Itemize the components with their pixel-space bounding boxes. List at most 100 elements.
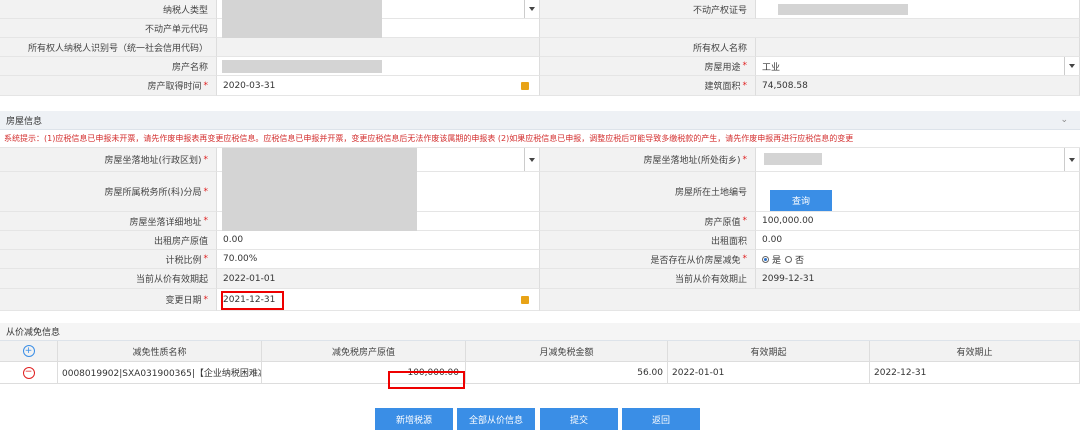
all-price-info-button[interactable]: 全部从价信息	[457, 408, 535, 430]
rent-area-label: 出租面积	[540, 231, 756, 250]
valid-end-label: 当前从价有效期止	[540, 269, 756, 289]
radio-no-label: 否	[795, 255, 805, 266]
change-date-label: 变更日期 *	[0, 289, 217, 311]
land-no-field: 查询	[756, 172, 1080, 212]
redacted-block	[222, 0, 382, 19]
reduction-section-header: 从价减免信息	[0, 323, 1080, 341]
redacted-block	[222, 212, 417, 231]
chevron-down-icon[interactable]	[1064, 57, 1079, 75]
add-row-header-cell: +	[0, 341, 58, 362]
row-acquire-time: 房产取得时间 * 2020-03-31 建筑面积 * 74,508.58	[0, 76, 1080, 96]
tax-ratio-field[interactable]: 70.00%	[217, 250, 540, 269]
redacted-block	[222, 19, 382, 38]
system-notice: 系统提示：(1)应税信息已申报未开票，请先作废申报表再变更应税信息。应税信息已申…	[0, 130, 1080, 148]
row-valid-period: 当前从价有效期起 2022-01-01 当前从价有效期止 2099-12-31	[0, 269, 1080, 289]
location-admin-label: 房屋坐落地址(行政区划) *	[0, 148, 217, 172]
house-section-title: 房屋信息	[6, 116, 43, 127]
area-field: 74,508.58	[756, 76, 1080, 96]
add-tax-source-button[interactable]: 新增税源	[375, 408, 453, 430]
location-admin-select[interactable]	[217, 148, 540, 172]
rent-original-value: 0.00	[223, 235, 244, 245]
original-value-field[interactable]: 100,000.00	[756, 212, 1080, 231]
cell-valid-end: 2022-12-31	[870, 362, 1080, 384]
owner-name-label: 所有权人名称	[540, 38, 756, 57]
query-button[interactable]: 查询	[770, 190, 832, 211]
back-button[interactable]: 返回	[622, 408, 700, 430]
chevron-down-icon[interactable]	[524, 148, 539, 171]
remove-row-cell: −	[0, 362, 58, 384]
row-tax-ratio: 计税比例 * 70.00% 是否存在从价房屋减免 * 是 否	[0, 250, 1080, 269]
owner-id-field	[217, 38, 540, 57]
property-cert-field[interactable]	[756, 0, 1080, 19]
cell-reduction-name[interactable]: 0008019902|SXA031900365|【企业纳税困难减...	[58, 362, 262, 384]
taxpayer-type-label: 纳税人类型	[0, 0, 217, 19]
row-owner: 所有权人纳税人识别号（统一社会信用代码） 所有权人名称	[0, 38, 1080, 57]
minus-circle-icon[interactable]: −	[22, 366, 35, 379]
reduction-exists-label: 是否存在从价房屋减免 *	[540, 250, 756, 269]
redacted-block	[222, 148, 417, 172]
plus-circle-icon[interactable]: +	[22, 345, 35, 357]
calendar-icon[interactable]	[521, 81, 529, 90]
valid-start-value: 2022-01-01	[223, 273, 276, 284]
owner-id-label: 所有权人纳税人识别号（统一社会信用代码）	[0, 38, 217, 57]
cell-valid-start: 2022-01-01	[668, 362, 870, 384]
chevron-down-icon[interactable]: ⌄	[1060, 115, 1068, 125]
radio-no[interactable]	[785, 255, 793, 263]
cell-monthly-amount: 56.00	[466, 362, 668, 384]
redacted-block	[222, 60, 382, 73]
tax-ratio-value: 70.00%	[223, 254, 258, 264]
rent-original-field[interactable]: 0.00	[217, 231, 540, 250]
header-valid-start: 有效期起	[668, 341, 870, 362]
detail-address-field[interactable]	[217, 212, 540, 231]
redacted-block	[778, 4, 908, 15]
area-label: 建筑面积 *	[540, 76, 756, 96]
property-cert-label: 不动产权证号	[540, 0, 756, 19]
rent-area-field[interactable]: 0.00	[756, 231, 1080, 250]
usage-label: 房屋用途 *	[540, 57, 756, 76]
redacted-block	[222, 172, 417, 212]
chevron-down-icon[interactable]	[524, 0, 539, 18]
radio-yes[interactable]	[762, 255, 769, 263]
property-name-label: 房产名称	[0, 57, 217, 76]
detail-address-label: 房屋坐落详细地址 *	[0, 212, 217, 231]
acquire-time-field[interactable]: 2020-03-31	[217, 76, 540, 96]
usage-select[interactable]: 工业	[756, 57, 1080, 76]
row-property-name: 房产名称 房屋用途 * 工业	[0, 57, 1080, 76]
valid-start-label: 当前从价有效期起	[0, 269, 217, 289]
row-rent: 出租房产原值 0.00 出租面积 0.00	[0, 231, 1080, 250]
header-reduction-original: 减免税房产原值	[262, 341, 466, 362]
property-unit-code-label: 不动产单元代码	[0, 19, 217, 38]
valid-end-field: 2099-12-31	[756, 269, 1080, 289]
row-change-date: 变更日期 * 2021-12-31	[0, 289, 1080, 311]
area-value: 74,508.58	[762, 80, 808, 91]
header-reduction-name: 减免性质名称	[58, 341, 262, 362]
redacted-block	[764, 153, 822, 165]
property-unit-code-field[interactable]	[217, 19, 540, 38]
row-unit-code: 不动产单元代码	[0, 19, 1080, 38]
row-taxpayer-type: 纳税人类型 不动产权证号	[0, 0, 1080, 19]
taxpayer-type-select[interactable]	[217, 0, 540, 19]
submit-button[interactable]: 提交	[540, 408, 618, 430]
land-no-label: 房屋所在土地编号	[540, 172, 756, 212]
empty-cell	[540, 289, 1080, 311]
original-value: 100,000.00	[762, 216, 814, 226]
rent-original-label: 出租房产原值	[0, 231, 217, 250]
calendar-icon[interactable]	[521, 295, 529, 304]
acquire-time-label: 房产取得时间 *	[0, 76, 217, 96]
owner-name-field	[756, 38, 1080, 57]
location-street-select[interactable]	[756, 148, 1080, 172]
tax-office-field[interactable]	[217, 172, 540, 212]
chevron-down-icon[interactable]	[1064, 148, 1079, 171]
tax-office-label: 房屋所属税务所(科)分局 *	[0, 172, 217, 212]
rent-area-value: 0.00	[762, 235, 783, 245]
valid-start-field: 2022-01-01	[217, 269, 540, 289]
reduction-exists-field: 是 否	[756, 250, 1080, 269]
house-section-header[interactable]: 房屋信息 ⌄	[0, 111, 1080, 130]
valid-end-value: 2099-12-31	[762, 273, 815, 284]
header-monthly-amount: 月减免税金额	[466, 341, 668, 362]
usage-value: 工业	[762, 62, 781, 73]
highlight-change-date	[221, 291, 284, 310]
row-location: 房屋坐落地址(行政区划) * 房屋坐落地址(所处街乡) *	[0, 148, 1080, 172]
property-name-field[interactable]	[217, 57, 540, 76]
empty-cell	[540, 19, 1080, 38]
